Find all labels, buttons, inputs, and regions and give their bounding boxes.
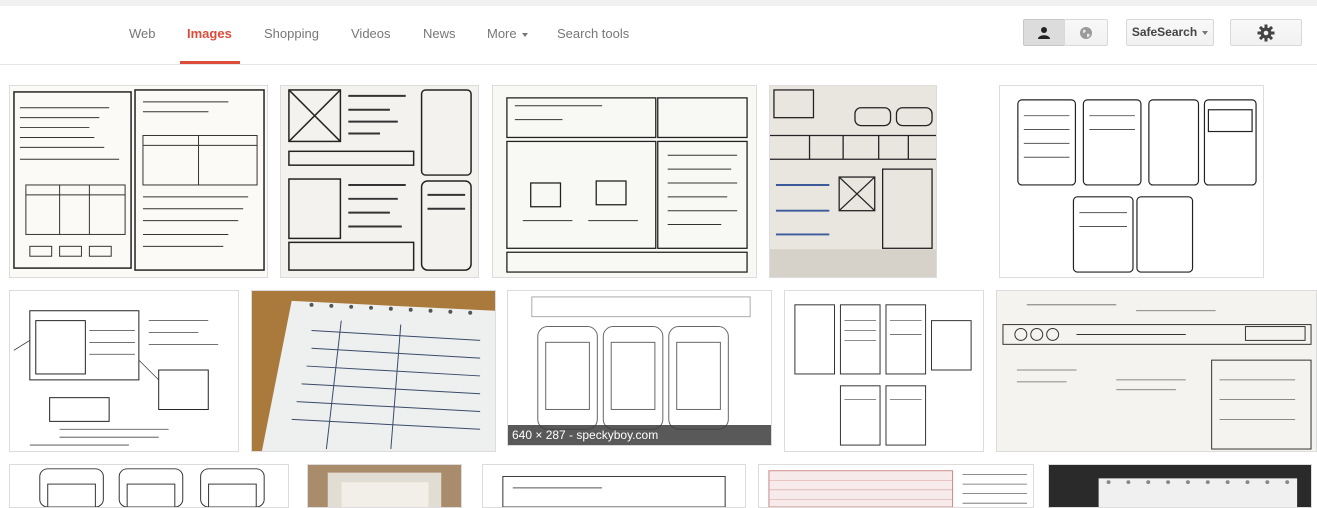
image-results-grid: 640 × 287 - speckyboy.com — [0, 65, 1317, 508]
image-result[interactable] — [758, 464, 1034, 508]
image-result[interactable] — [9, 290, 239, 452]
tab-search-tools[interactable]: Search tools — [557, 26, 629, 41]
photo-device-frame — [308, 465, 461, 507]
tab-news[interactable]: News — [423, 26, 456, 41]
tab-more[interactable]: More — [487, 26, 528, 41]
tab-web[interactable]: Web — [129, 26, 156, 41]
global-results-button[interactable] — [1064, 19, 1108, 46]
image-result[interactable] — [251, 290, 496, 452]
sketch-timer-screens — [1000, 86, 1263, 277]
active-tab-indicator — [180, 61, 240, 64]
sketch-student-form — [10, 86, 267, 277]
sketch-wide-layout — [483, 465, 745, 507]
tab-more-label: More — [487, 26, 517, 41]
image-result[interactable] — [1048, 464, 1312, 508]
image-result[interactable] — [492, 85, 757, 278]
photo-notebook-sketch — [252, 291, 495, 451]
photo-dark-notepad — [1049, 465, 1311, 507]
image-result[interactable] — [307, 464, 462, 508]
tab-videos[interactable]: Videos — [351, 26, 391, 41]
image-result[interactable] — [996, 290, 1317, 452]
sketch-grid-paper-form — [759, 465, 1033, 507]
image-result[interactable]: 640 × 287 - speckyboy.com — [507, 290, 772, 446]
sketch-annotated-notes — [10, 291, 238, 451]
safesearch-label: SafeSearch — [1131, 25, 1198, 39]
globe-icon — [1080, 26, 1092, 39]
sketch-phone-templates — [508, 291, 771, 445]
sketch-harvest-screens — [785, 291, 983, 451]
tab-shopping[interactable]: Shopping — [264, 26, 319, 41]
safesearch-button[interactable]: SafeSearch — [1126, 19, 1214, 46]
image-result[interactable] — [784, 290, 984, 452]
image-caption: 640 × 287 - speckyboy.com — [508, 425, 771, 445]
caret-down-icon — [521, 32, 528, 37]
sketch-wireframe-blocks — [281, 86, 478, 277]
image-result[interactable] — [482, 464, 746, 508]
tab-images[interactable]: Images — [187, 26, 232, 41]
image-result[interactable] — [280, 85, 479, 278]
settings-button[interactable] — [1230, 19, 1302, 46]
sketch-media-player — [997, 291, 1316, 451]
image-result[interactable] — [9, 85, 268, 278]
image-result[interactable] — [769, 85, 937, 278]
sketch-logo-wireframe — [770, 86, 936, 277]
sketch-meal-plan — [493, 86, 756, 277]
sketch-phones-todo — [10, 465, 288, 507]
person-icon — [1038, 26, 1050, 39]
image-result[interactable] — [9, 464, 289, 508]
search-navbar: Web Images Shopping Videos News More Sea… — [0, 6, 1317, 65]
gear-icon — [1257, 24, 1275, 41]
personal-results-button[interactable] — [1023, 19, 1065, 46]
image-result[interactable] — [999, 85, 1264, 278]
caret-down-icon — [1202, 30, 1209, 35]
